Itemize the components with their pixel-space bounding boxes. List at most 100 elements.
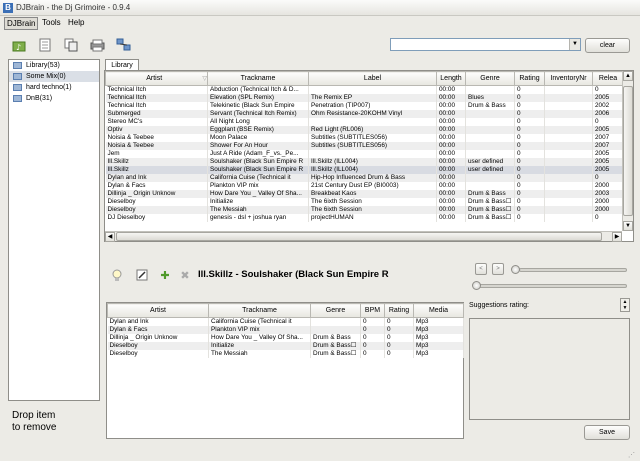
cell-rating: 0	[514, 206, 545, 214]
cell-label: projectHUMAN	[308, 214, 437, 222]
cell-artist: Dylan and Ink	[107, 317, 209, 326]
column-header-label[interactable]: Label	[308, 71, 437, 86]
table-row[interactable]: Jem Just A Ride (Adam_F_vs._Pe... 00:00 0 20…	[105, 150, 624, 158]
column-header-trackname[interactable]: Trackname	[207, 71, 309, 86]
column-header-release[interactable]: Relea	[592, 71, 624, 86]
table-row[interactable]: Dylan and Ink California Cuise (Technical…	[105, 174, 624, 182]
table-row[interactable]: DJ Dieselboy genesis - dsl + joshua ryan p…	[105, 214, 624, 222]
library-table: Artist ▽ Trackname Label Length Genre Rat…	[105, 71, 624, 222]
table-row[interactable]: Dillinja _ Origin Unknow How Dare You _ V…	[105, 190, 624, 198]
column-header-rating[interactable]: Rating	[384, 303, 414, 318]
table-row[interactable]: Dylan and Ink California Cuise (Technical…	[107, 317, 464, 326]
cell-length: 00:00	[436, 158, 466, 166]
column-header-trackname[interactable]: Trackname	[208, 303, 311, 318]
cell-media: Mp3	[413, 350, 464, 358]
menu-tools[interactable]: Tools	[40, 17, 63, 28]
column-header-media[interactable]: Media	[413, 303, 464, 318]
scroll-right-icon[interactable]: ▶	[612, 232, 622, 242]
table-row[interactable]: Ill.Skillz Soulshaker (Black Sun Empire R…	[105, 158, 624, 166]
cell-trackname: Soulshaker (Black Sun Empire R	[207, 166, 309, 174]
scroll-down-icon[interactable]: ▼	[623, 221, 633, 231]
edit-icon[interactable]	[135, 268, 149, 282]
column-header-inventory[interactable]: InventoryNr	[544, 71, 593, 86]
menu-help[interactable]: Help	[66, 17, 86, 28]
sidebar-item-library[interactable]: Library(53)	[9, 60, 99, 71]
lightbulb-icon[interactable]	[110, 268, 124, 282]
library-vertical-scrollbar[interactable]: ▲ ▼	[622, 71, 633, 231]
table-row[interactable]: Optiv Eggplant (BSE Remix) Red Light (RL00…	[105, 126, 624, 134]
table-row[interactable]: Dieselboy The Messiah Drum & Bass☐ 0 0 Mp3	[107, 350, 464, 358]
column-header-artist[interactable]: Artist ▽	[105, 71, 208, 86]
suggestions-list[interactable]	[469, 318, 630, 420]
cell-label: 21st Century Dust EP (BI0003)	[308, 182, 437, 190]
scroll-thumb[interactable]	[116, 232, 602, 241]
add-icon[interactable]: ✚	[158, 268, 172, 282]
document-icon[interactable]	[35, 36, 55, 54]
table-row[interactable]: Dylan & Facs Plankton VIP mix 0 0 Mp3	[107, 326, 464, 334]
table-row[interactable]: Noisia & Teebee Moon Palace Subtitles (SUB…	[105, 134, 624, 142]
previous-button[interactable]: <	[475, 263, 487, 275]
cell-artist: Dieselboy	[107, 342, 209, 350]
cell-inventory	[544, 102, 593, 110]
sidebar-item-dnb[interactable]: DnB(31)	[9, 93, 99, 104]
column-header-rating[interactable]: Rating	[514, 71, 545, 86]
table-row[interactable]: Dieselboy The Messiah The 6ixth Session 00:…	[105, 206, 624, 214]
cell-artist: DJ Dieselboy	[105, 214, 208, 222]
scroll-left-icon[interactable]: ◀	[105, 232, 115, 242]
cell-bpm: 0	[360, 326, 385, 334]
copy-icon[interactable]	[61, 36, 81, 54]
table-row[interactable]: Dieselboy Initialize Drum & Bass☐ 0 0 Mp3	[107, 342, 464, 350]
table-row[interactable]: Dieselboy Initialize The 6ixth Session 00:0…	[105, 198, 624, 206]
cell-trackname: Just A Ride (Adam_F_vs._Pe...	[207, 150, 309, 158]
position-slider-handle[interactable]	[472, 281, 481, 290]
menu-djbrain[interactable]: DJBrain	[4, 17, 39, 30]
search-input[interactable]	[391, 39, 569, 50]
sidebar-item-hard-techno[interactable]: hard techno(1)	[9, 82, 99, 93]
table-row[interactable]: Stereo MC's All Night Long 00:00 0 0	[105, 118, 624, 126]
cell-bpm: 0	[360, 317, 385, 326]
cell-genre	[465, 126, 515, 134]
cell-genre	[465, 150, 515, 158]
save-button[interactable]: Save	[584, 425, 630, 440]
resize-grip-icon[interactable]: ⋰	[628, 451, 637, 459]
import-music-icon[interactable]: ♪	[9, 36, 29, 54]
cell-genre: Drum & Bass	[465, 102, 515, 110]
cell-length: 00:00	[436, 110, 466, 118]
table-row[interactable]: Technical Itch Telekinetic (Black Sun Emp…	[105, 102, 624, 110]
drop-remove-hint[interactable]: Drop item to remove	[12, 410, 102, 434]
column-header-length[interactable]: Length	[436, 71, 466, 86]
table-row[interactable]: Dillinja _ Origin Unknow How Dare You _ V…	[107, 334, 464, 342]
rating-spinbox[interactable]: ▲ ▼	[620, 298, 630, 312]
scroll-thumb[interactable]	[623, 86, 633, 216]
volume-slider-handle[interactable]	[511, 265, 520, 274]
remove-icon[interactable]: ✖	[178, 268, 192, 282]
cell-rating: 0	[514, 174, 545, 182]
clear-button[interactable]: clear	[585, 38, 630, 53]
sidebar-item-some-mix[interactable]: Some Mix(0)	[9, 71, 99, 82]
table-row[interactable]: Dylan & Facs Plankton VIP mix 21st Century…	[105, 182, 624, 190]
search-combobox[interactable]: ▼	[390, 38, 581, 51]
table-row[interactable]: Technical Itch Abduction (Technical Itch …	[105, 85, 624, 94]
table-row[interactable]: Noisia & Teebee Shower For An Hour Subtitl…	[105, 142, 624, 150]
chevron-down-icon[interactable]: ▼	[569, 39, 580, 50]
column-header-genre[interactable]: Genre	[310, 303, 361, 318]
column-header-artist[interactable]: Artist	[107, 303, 209, 318]
position-slider[interactable]	[477, 284, 627, 288]
printer-icon[interactable]	[87, 36, 107, 54]
network-icon[interactable]	[113, 36, 133, 54]
table-row[interactable]: Technical Itch Elevation (SPL Remix) The R…	[105, 94, 624, 102]
cell-release: 2002	[592, 102, 624, 110]
scroll-up-icon[interactable]: ▲	[623, 71, 633, 81]
table-row[interactable]: Ill.Skillz Soulshaker (Black Sun Empire R…	[105, 166, 624, 174]
cell-artist: Technical Itch	[105, 94, 208, 102]
column-header-bpm[interactable]: BPM	[360, 303, 385, 318]
volume-slider[interactable]	[519, 268, 627, 272]
table-row[interactable]: Submerged Servant (Technical Itch Remix) O…	[105, 110, 624, 118]
column-header-genre[interactable]: Genre	[465, 71, 515, 86]
cell-label	[308, 150, 437, 158]
cell-rating: 0	[514, 182, 545, 190]
cell-label: Subtitles (SUBTITLES056)	[308, 134, 437, 142]
next-button[interactable]: >	[492, 263, 504, 275]
cell-inventory	[544, 158, 593, 166]
library-horizontal-scrollbar[interactable]: ◀ ▶	[105, 231, 622, 242]
